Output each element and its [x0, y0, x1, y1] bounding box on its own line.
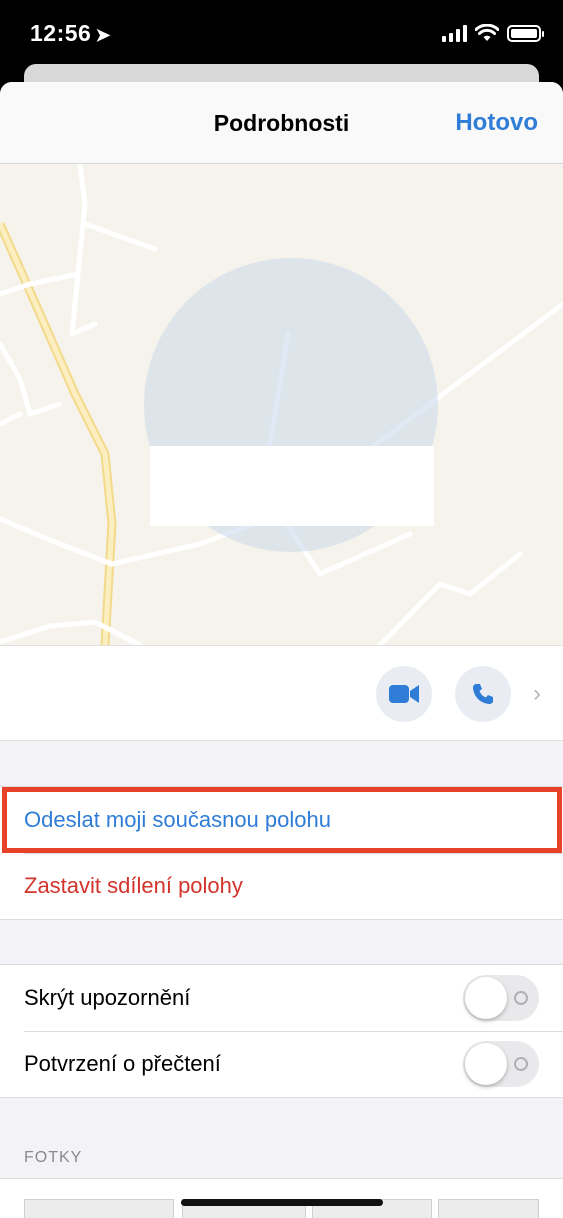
photo-thumbnail[interactable]: [438, 1199, 539, 1218]
map-view[interactable]: [0, 164, 563, 645]
photo-thumbnail[interactable]: [24, 1199, 174, 1218]
location-actions-group: Odeslat moji současnou polohu Zastavit s…: [0, 786, 563, 920]
redacted-contact-name: [150, 446, 434, 526]
status-time: 12:56 ➤: [30, 20, 111, 47]
clock-text: 12:56: [30, 20, 92, 46]
wifi-icon: [475, 24, 499, 41]
phone-icon: [473, 684, 493, 704]
stop-sharing-location-button[interactable]: Zastavit sdílení polohy: [0, 853, 563, 919]
toggle-knob: [465, 1043, 507, 1085]
photos-section-header: FOTKY: [24, 1149, 83, 1166]
toggle-off-icon: [514, 991, 528, 1005]
done-button[interactable]: Hotovo: [455, 109, 538, 137]
home-indicator: [181, 1199, 383, 1206]
send-current-location-button[interactable]: Odeslat moji současnou polohu: [0, 787, 563, 853]
map-roads: [0, 164, 563, 645]
contact-row[interactable]: ›: [0, 645, 563, 741]
read-receipts-label: Potvrzení o přečtení: [24, 1051, 221, 1076]
send-current-location-label: Odeslat moji současnou polohu: [24, 807, 331, 832]
toggle-knob: [465, 977, 507, 1019]
read-receipts-toggle[interactable]: [463, 1041, 539, 1087]
settings-group: Skrýt upozornění Potvrzení o přečtení: [0, 964, 563, 1098]
details-sheet: Podrobnosti Hotovo › Odeslat moji součas…: [0, 82, 563, 1218]
chevron-right-icon[interactable]: ›: [533, 680, 541, 708]
photos-strip: [0, 1178, 563, 1218]
stop-sharing-location-label: Zastavit sdílení polohy: [24, 873, 243, 898]
hide-alerts-label: Skrýt upozornění: [24, 985, 191, 1010]
status-bar: 12:56 ➤: [0, 0, 563, 70]
navigation-bar: Podrobnosti Hotovo: [0, 82, 563, 164]
phone-call-button[interactable]: [455, 666, 511, 722]
hide-alerts-row: Skrýt upozornění: [0, 965, 563, 1031]
read-receipts-row: Potvrzení o přečtení: [0, 1031, 563, 1097]
hide-alerts-toggle[interactable]: [463, 975, 539, 1021]
video-call-button[interactable]: [376, 666, 432, 722]
battery-icon: [507, 24, 544, 42]
toggle-off-icon: [514, 1057, 528, 1071]
location-arrow-icon: ➤: [95, 25, 111, 45]
video-camera-icon: [389, 685, 419, 703]
cellular-signal-icon: [442, 24, 467, 42]
status-icons: [442, 24, 544, 42]
